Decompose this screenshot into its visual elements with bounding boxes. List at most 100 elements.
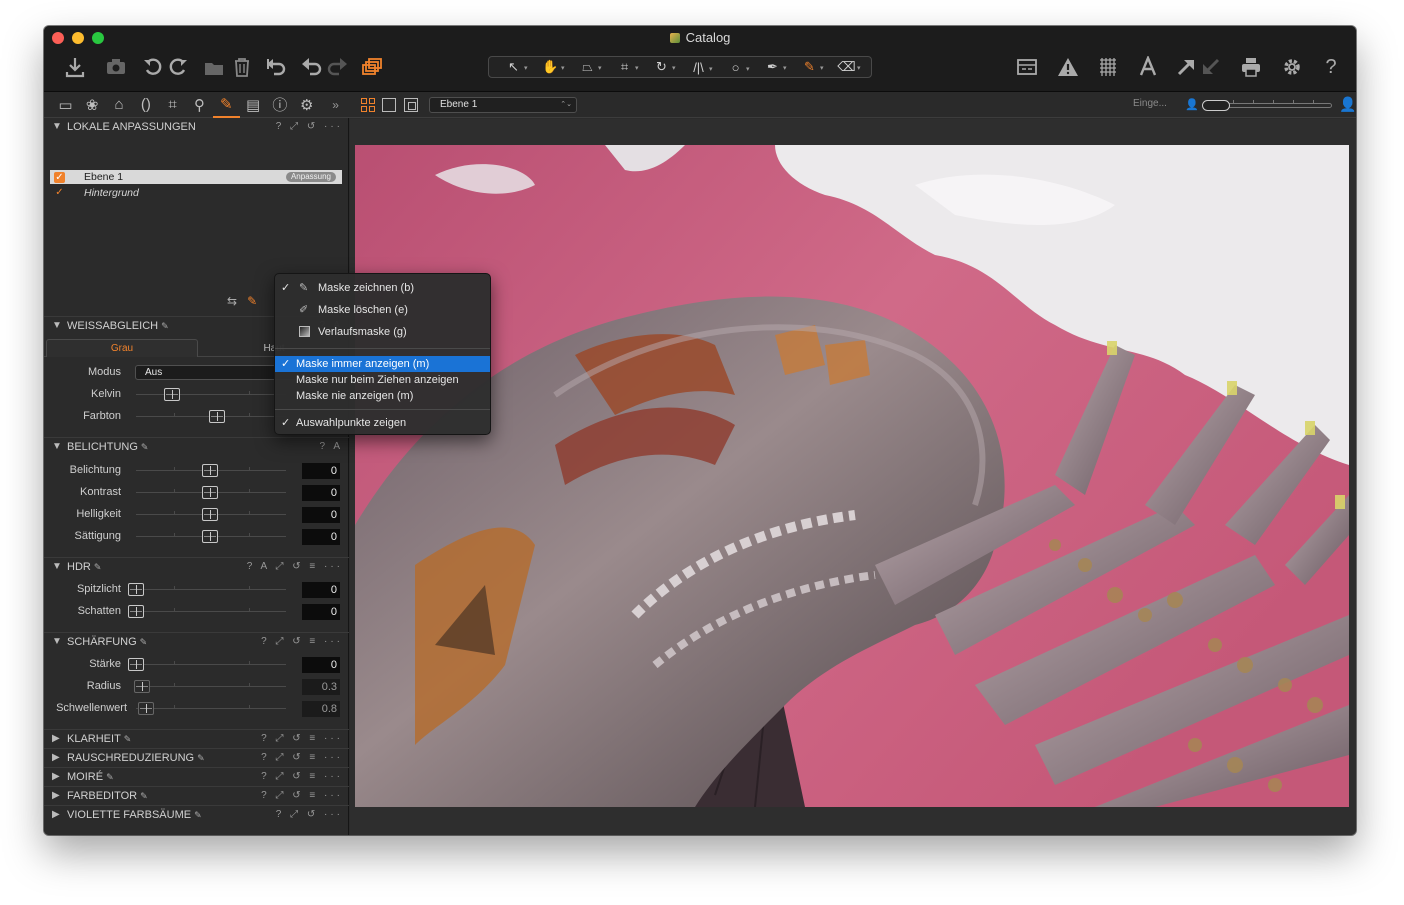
- details-tab-icon[interactable]: ⚲: [186, 92, 213, 118]
- tab-grau[interactable]: Grau: [46, 339, 198, 357]
- highlight-knob[interactable]: [128, 583, 144, 596]
- circle-spot-icon[interactable]: ○: [720, 60, 752, 75]
- exposure-tab-icon[interactable]: ⌂: [106, 92, 133, 118]
- farbton-knob[interactable]: [209, 410, 225, 423]
- grid-icon[interactable]: [1095, 54, 1121, 80]
- section-exposure[interactable]: ▼ BELICHTUNG ✎ ? A: [44, 437, 349, 455]
- section-purple-fringing[interactable]: ▶ VIOLETTE FARBSÄUME ✎ ? ⤢ ↺ ···: [44, 805, 349, 823]
- section-tools[interactable]: ? ⤢ ↺ ≡ ···: [261, 768, 343, 786]
- crop-icon[interactable]: ⌗: [609, 59, 641, 75]
- trash-icon[interactable]: [229, 54, 255, 80]
- rotate-left-icon[interactable]: [140, 54, 166, 80]
- menu-item-gradient-mask[interactable]: Verlaufsmaske (g): [275, 323, 490, 341]
- single-view-icon[interactable]: [382, 98, 396, 112]
- amount-value[interactable]: 0: [302, 657, 340, 673]
- rotate-right-icon[interactable]: [165, 54, 191, 80]
- select-cursor-icon[interactable]: ↖: [498, 59, 530, 75]
- menu-item-show-mask-dragging[interactable]: Maske nur beim Ziehen anzeigen: [275, 372, 490, 388]
- shadow-slider[interactable]: [136, 608, 286, 612]
- composition-tab-icon[interactable]: ⌗: [159, 92, 186, 118]
- menu-item-erase-mask[interactable]: ✐ Maske löschen (e): [275, 301, 490, 319]
- settings-tab-icon[interactable]: ⚙: [293, 92, 320, 118]
- color-tab-icon[interactable]: ❀: [79, 92, 106, 118]
- compare-icon[interactable]: [1014, 54, 1040, 80]
- exposure-warning-icon[interactable]: [1055, 54, 1081, 80]
- menu-item-draw-mask[interactable]: ✓ ✎ Maske zeichnen (b): [275, 279, 490, 297]
- import-icon[interactable]: [62, 54, 88, 80]
- undo-all-icon[interactable]: [263, 54, 289, 80]
- highlight-value[interactable]: 0: [302, 582, 340, 598]
- output-tab-icon[interactable]: ▤: [240, 92, 267, 118]
- radius-knob[interactable]: [134, 680, 150, 693]
- threshold-slider[interactable]: [136, 705, 286, 709]
- rotate-cursor-icon[interactable]: ↻: [646, 59, 678, 75]
- section-tools[interactable]: ? ⤢ ↺ ···: [276, 806, 343, 824]
- exposure-knob[interactable]: [202, 464, 218, 477]
- shadow-knob[interactable]: [128, 605, 144, 618]
- section-tools[interactable]: ? A: [320, 438, 343, 456]
- section-tools[interactable]: ? ⤢ ↺ ≡ ···: [261, 749, 343, 767]
- layer-checkbox[interactable]: ✓: [54, 172, 65, 183]
- color-picker-icon[interactable]: ✒: [757, 59, 789, 75]
- menu-item-never-show-mask[interactable]: Maske nie anzeigen (m): [275, 388, 490, 404]
- section-tools[interactable]: ? ⤢ ↺ ≡ ···: [261, 787, 343, 805]
- eraser-icon[interactable]: ⌫: [831, 59, 863, 75]
- layer-item-hintergrund[interactable]: ✓ Hintergrund: [50, 186, 342, 200]
- contrast-value[interactable]: 0: [302, 485, 340, 501]
- photo-preview[interactable]: [355, 145, 1349, 807]
- brush-draw-icon[interactable]: ✎: [794, 59, 826, 75]
- camera-icon[interactable]: [103, 54, 129, 80]
- thumbnail-size-knob[interactable]: [1202, 100, 1230, 111]
- apply-adjustments-icon[interactable]: [1198, 54, 1224, 80]
- hand-pan-icon[interactable]: ✋: [535, 59, 567, 75]
- multi-view-icon[interactable]: [404, 98, 418, 112]
- print-icon[interactable]: [1238, 54, 1264, 80]
- threshold-value[interactable]: 0.8: [302, 701, 340, 717]
- section-noise-reduction[interactable]: ▶ RAUSCHREDUZIERUNG ✎ ? ⤢ ↺ ≡ ···: [44, 748, 349, 766]
- threshold-knob[interactable]: [138, 702, 154, 715]
- brightness-value[interactable]: 0: [302, 507, 340, 523]
- redo-icon[interactable]: [324, 54, 350, 80]
- section-tools[interactable]: ? ⤢ ↺ ≡ ···: [261, 633, 343, 651]
- variants-icon[interactable]: [359, 54, 385, 80]
- section-color-editor[interactable]: ▶ FARBEDITOR ✎ ? ⤢ ↺ ≡ ···: [44, 786, 349, 804]
- layer-select[interactable]: Ebene 1: [429, 97, 577, 113]
- text-annotation-icon[interactable]: [1135, 54, 1161, 80]
- kelvin-knob[interactable]: [164, 388, 180, 401]
- menu-item-show-selection-points[interactable]: ✓ Auswahlpunkte zeigen: [275, 415, 490, 431]
- section-hdr[interactable]: ▼ HDR ✎ ? A ⤢ ↺ ≡ ···: [44, 557, 349, 575]
- layer-checkbox[interactable]: ✓: [54, 188, 65, 199]
- section-local-adjustments[interactable]: ▼ LOKALE ANPASSUNGEN ? ⤢ ↺ ···: [44, 118, 349, 136]
- grid-view-icon[interactable]: [361, 98, 375, 112]
- section-clarity[interactable]: ▶ KLARHEIT ✎ ? ⤢ ↺ ≡ ···: [44, 729, 349, 747]
- kelvin-slider[interactable]: [136, 391, 286, 395]
- layer-settings-icon[interactable]: ⇆: [227, 294, 247, 308]
- menu-item-always-show-mask[interactable]: ✓ Maske immer anzeigen (m): [275, 356, 490, 372]
- keystone-icon[interactable]: ⏢: [572, 59, 604, 75]
- brightness-knob[interactable]: [202, 508, 218, 521]
- more-tabs-icon[interactable]: »: [322, 92, 349, 118]
- saturation-knob[interactable]: [202, 530, 218, 543]
- mask-brush-icon[interactable]: ✎: [247, 294, 267, 308]
- move-to-folder-icon[interactable]: [201, 54, 227, 80]
- section-sharpening[interactable]: ▼ SCHÄRFUNG ✎ ? ⤢ ↺ ≡ ···: [44, 632, 349, 650]
- copy-adjustments-icon[interactable]: [1173, 54, 1199, 80]
- shadow-value[interactable]: 0: [302, 604, 340, 620]
- section-tools[interactable]: ? A ⤢ ↺ ≡ ···: [247, 558, 343, 576]
- exposure-value[interactable]: 0: [302, 463, 340, 479]
- highlight-slider[interactable]: [136, 586, 286, 590]
- radius-slider[interactable]: [136, 683, 286, 687]
- amount-knob[interactable]: [128, 658, 144, 671]
- undo-icon[interactable]: [299, 54, 325, 80]
- radius-value[interactable]: 0.3: [302, 679, 340, 695]
- contrast-knob[interactable]: [202, 486, 218, 499]
- section-tools[interactable]: ? ⤢ ↺ ···: [276, 118, 343, 136]
- settings-icon[interactable]: [1279, 54, 1305, 80]
- straighten-icon[interactable]: /|\: [683, 60, 715, 75]
- section-tools[interactable]: ? ⤢ ↺ ≡ ···: [261, 730, 343, 748]
- amount-slider[interactable]: [136, 661, 286, 665]
- library-tab-icon[interactable]: ▭: [52, 92, 79, 118]
- section-moire[interactable]: ▶ MOIRÉ ✎ ? ⤢ ↺ ≡ ···: [44, 767, 349, 785]
- metadata-tab-icon[interactable]: ⓘ: [267, 92, 294, 118]
- saturation-value[interactable]: 0: [302, 529, 340, 545]
